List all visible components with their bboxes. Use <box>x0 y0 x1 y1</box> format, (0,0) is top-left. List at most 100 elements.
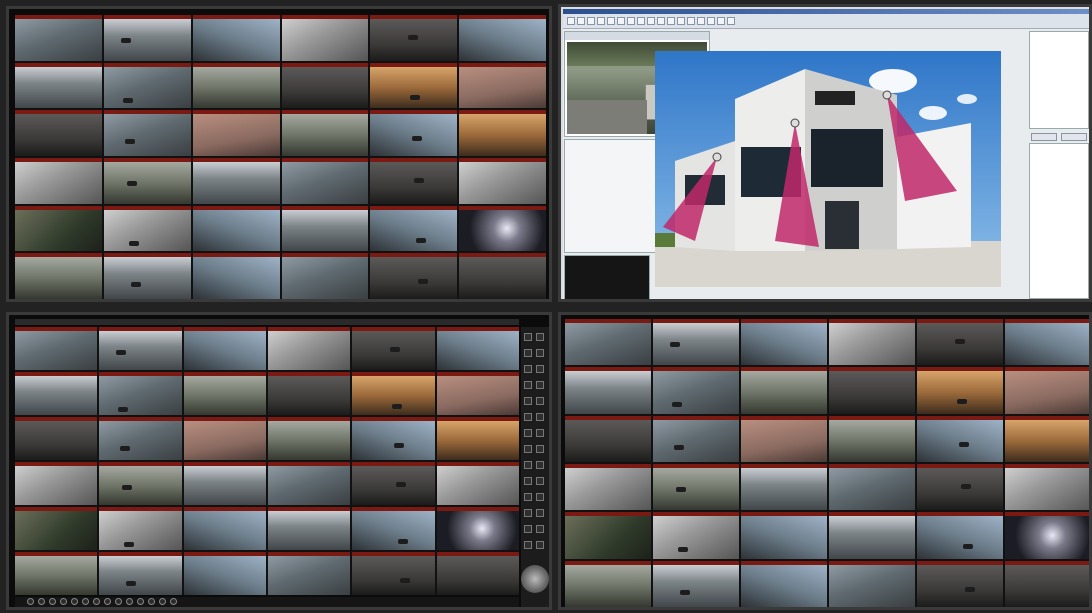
toolbar-button[interactable] <box>637 17 645 25</box>
camera-tile[interactable] <box>370 110 458 156</box>
camera-tile[interactable] <box>459 253 546 299</box>
camera-tile[interactable] <box>268 372 351 415</box>
camera-tile[interactable] <box>15 15 102 61</box>
camera-tile[interactable] <box>15 507 98 550</box>
camera-tile[interactable] <box>15 110 102 156</box>
control-button[interactable] <box>524 381 532 389</box>
playback-control-icon[interactable] <box>49 598 56 605</box>
camera-tile[interactable] <box>917 463 1003 511</box>
control-button[interactable] <box>536 333 544 341</box>
playback-control-icon[interactable] <box>115 598 122 605</box>
camera-tile[interactable] <box>565 367 651 414</box>
control-button[interactable] <box>536 461 544 469</box>
camera-tile[interactable] <box>99 462 182 505</box>
camera-tile[interactable] <box>459 158 546 204</box>
toolbar-button[interactable] <box>687 17 695 25</box>
camera-tile[interactable] <box>352 372 435 415</box>
playback-control-icon[interactable] <box>38 598 45 605</box>
toolbar-button[interactable] <box>597 17 605 25</box>
3d-scene-view[interactable] <box>655 51 1001 287</box>
camera-tile[interactable] <box>1005 463 1089 511</box>
control-button[interactable] <box>524 493 532 501</box>
camera-tile[interactable] <box>436 327 519 370</box>
camera-tile[interactable] <box>829 319 915 366</box>
camera-tile[interactable] <box>917 415 1003 462</box>
camera-tile[interactable] <box>352 462 435 505</box>
properties-button-2[interactable] <box>1061 133 1087 141</box>
toolbar-button[interactable] <box>727 17 735 25</box>
camera-tile[interactable] <box>741 367 827 414</box>
camera-tile[interactable] <box>192 205 280 252</box>
control-button[interactable] <box>524 397 532 405</box>
camera-tree-pane[interactable] <box>1029 143 1089 299</box>
camera-tile[interactable] <box>653 367 739 414</box>
toolbar-button[interactable] <box>617 17 625 25</box>
camera-tile[interactable] <box>15 205 102 252</box>
camera-tile[interactable] <box>917 560 1003 607</box>
camera-tile[interactable] <box>370 158 458 204</box>
camera-tile[interactable] <box>1005 415 1089 462</box>
toolbar-button[interactable] <box>667 17 675 25</box>
camera-tile[interactable] <box>99 507 182 550</box>
toolbar-button[interactable] <box>717 17 725 25</box>
camera-tile[interactable] <box>192 253 280 299</box>
control-button[interactable] <box>536 541 544 549</box>
properties-button-1[interactable] <box>1031 133 1057 141</box>
control-button[interactable] <box>524 445 532 453</box>
camera-tile[interactable] <box>183 552 266 595</box>
camera-tile[interactable] <box>917 319 1003 366</box>
playback-control-icon[interactable] <box>170 598 177 605</box>
camera-tile[interactable] <box>268 462 351 505</box>
control-button[interactable] <box>536 413 544 421</box>
control-button[interactable] <box>524 461 532 469</box>
camera-tile[interactable] <box>99 417 182 460</box>
camera-tile[interactable] <box>459 205 546 252</box>
camera-tile[interactable] <box>653 512 739 559</box>
playback-control-icon[interactable] <box>126 598 133 605</box>
playback-control-icon[interactable] <box>159 598 166 605</box>
camera-tile[interactable] <box>459 15 546 61</box>
camera-tile[interactable] <box>103 62 191 109</box>
control-button[interactable] <box>536 349 544 357</box>
camera-tile[interactable] <box>370 253 458 299</box>
toolbar-button[interactable] <box>607 17 615 25</box>
camera-tile[interactable] <box>1005 512 1089 559</box>
camera-tile[interactable] <box>829 560 915 607</box>
camera-tile[interactable] <box>436 417 519 460</box>
toolbar-button[interactable] <box>677 17 685 25</box>
playback-control-icon[interactable] <box>60 598 67 605</box>
camera-tile[interactable] <box>741 463 827 511</box>
control-button[interactable] <box>536 429 544 437</box>
camera-tile[interactable] <box>103 158 191 204</box>
control-button[interactable] <box>524 333 532 341</box>
camera-tile[interactable] <box>103 205 191 252</box>
camera-tile[interactable] <box>103 253 191 299</box>
control-button[interactable] <box>536 381 544 389</box>
camera-tile[interactable] <box>741 512 827 559</box>
toolbar-button[interactable] <box>697 17 705 25</box>
camera-tile[interactable] <box>192 15 280 61</box>
camera-tile[interactable] <box>268 552 351 595</box>
control-button[interactable] <box>536 493 544 501</box>
camera-tile[interactable] <box>268 417 351 460</box>
control-button[interactable] <box>536 445 544 453</box>
camera-tile[interactable] <box>459 62 546 109</box>
camera-tile[interactable] <box>103 15 191 61</box>
toolbar-button[interactable] <box>707 17 715 25</box>
camera-tile[interactable] <box>15 62 102 109</box>
camera-tile[interactable] <box>1005 560 1089 607</box>
camera-tile[interactable] <box>15 417 98 460</box>
camera-tile[interactable] <box>183 372 266 415</box>
camera-tile[interactable] <box>1005 319 1089 366</box>
camera-tile[interactable] <box>436 552 519 595</box>
camera-tile[interactable] <box>741 319 827 366</box>
toolbar-button[interactable] <box>577 17 585 25</box>
control-button[interactable] <box>536 365 544 373</box>
camera-tile[interactable] <box>565 319 651 366</box>
camera-tile[interactable] <box>829 415 915 462</box>
toolbar-button[interactable] <box>567 17 575 25</box>
camera-tile[interactable] <box>281 110 369 156</box>
control-button[interactable] <box>524 509 532 517</box>
toolbar-button[interactable] <box>587 17 595 25</box>
control-button[interactable] <box>536 525 544 533</box>
